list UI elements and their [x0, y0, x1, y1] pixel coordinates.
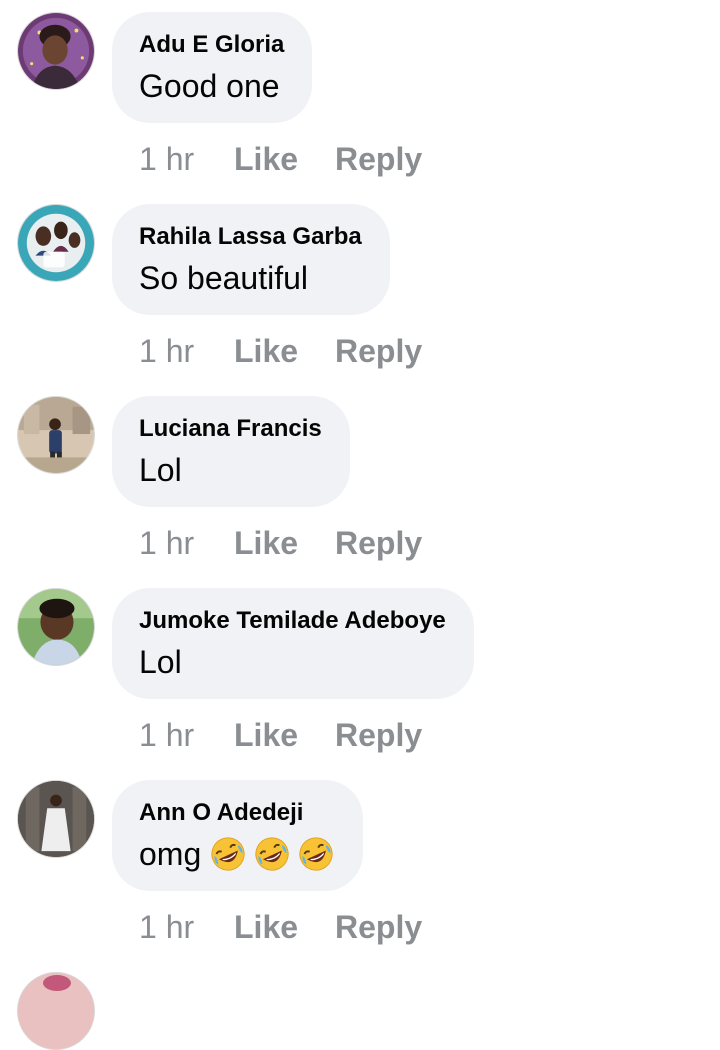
- comment-author[interactable]: Ann O Adedeji: [139, 798, 335, 828]
- profile-photo-icon: [18, 13, 94, 89]
- avatar[interactable]: [17, 396, 95, 474]
- like-button[interactable]: Like: [234, 717, 298, 753]
- reply-button[interactable]: Reply: [335, 333, 422, 369]
- reply-button[interactable]: Reply: [335, 717, 422, 753]
- avatar[interactable]: [17, 588, 95, 666]
- profile-photo-icon: [18, 973, 94, 1049]
- emoji-group: [209, 835, 335, 873]
- comment-text: Lol: [139, 452, 182, 488]
- profile-photo-icon: [18, 397, 94, 473]
- comment-item: Jumoke Temilade Adeboye Lol 1 hr Like Re…: [0, 576, 720, 768]
- rolling-on-floor-laughing-icon: [255, 837, 289, 871]
- comment-item: Rahila Lassa Garba So beautiful 1 hr Lik…: [0, 192, 720, 384]
- comment-author[interactable]: Rahila Lassa Garba: [139, 222, 362, 252]
- comment-text: So beautiful: [139, 260, 309, 296]
- comment-timestamp[interactable]: 1 hr: [139, 717, 194, 753]
- rolling-on-floor-laughing-icon: [211, 837, 245, 871]
- comment-author[interactable]: Jumoke Temilade Adeboye: [139, 606, 446, 636]
- comment-item: Ann O Adedeji omg 1 hr Like Reply: [0, 768, 720, 960]
- comment-bubble: Luciana Francis Lol: [112, 396, 350, 507]
- comment-bubble: Jumoke Temilade Adeboye Lol: [112, 588, 474, 699]
- comment-timestamp[interactable]: 1 hr: [139, 333, 194, 369]
- comment-bubble: Rahila Lassa Garba So beautiful: [112, 204, 390, 315]
- reply-button[interactable]: Reply: [335, 909, 422, 945]
- avatar[interactable]: [17, 972, 95, 1050]
- avatar[interactable]: [17, 204, 95, 282]
- like-button[interactable]: Like: [234, 141, 298, 177]
- profile-photo-icon: [18, 589, 94, 665]
- profile-photo-icon: [18, 205, 94, 281]
- rolling-on-floor-laughing-icon: [299, 837, 333, 871]
- comment-item: Luciana Francis Lol 1 hr Like Reply: [0, 384, 720, 576]
- comment-author[interactable]: Adu E Gloria: [139, 30, 284, 60]
- comment-bubble: Ann O Adedeji omg: [112, 780, 364, 891]
- like-button[interactable]: Like: [234, 909, 298, 945]
- reply-button[interactable]: Reply: [335, 141, 422, 177]
- like-button[interactable]: Like: [234, 333, 298, 369]
- comment-timestamp[interactable]: 1 hr: [139, 141, 194, 177]
- comment-text: Good one: [139, 68, 280, 104]
- like-button[interactable]: Like: [234, 525, 298, 561]
- comment-timestamp[interactable]: 1 hr: [139, 909, 194, 945]
- reply-button[interactable]: Reply: [335, 525, 422, 561]
- comment-text: omg: [139, 834, 335, 874]
- comment-timestamp[interactable]: 1 hr: [139, 525, 194, 561]
- avatar[interactable]: [17, 780, 95, 858]
- profile-photo-icon: [18, 781, 94, 857]
- comment-text-content: omg: [139, 836, 202, 872]
- comment-author[interactable]: Luciana Francis: [139, 414, 322, 444]
- comment-bubble: Adu E Gloria Good one: [112, 12, 313, 123]
- comment-text: Lol: [139, 644, 182, 680]
- avatar[interactable]: [17, 12, 95, 90]
- comment-item: Adu E Gloria Good one 1 hr Like Reply: [0, 0, 720, 192]
